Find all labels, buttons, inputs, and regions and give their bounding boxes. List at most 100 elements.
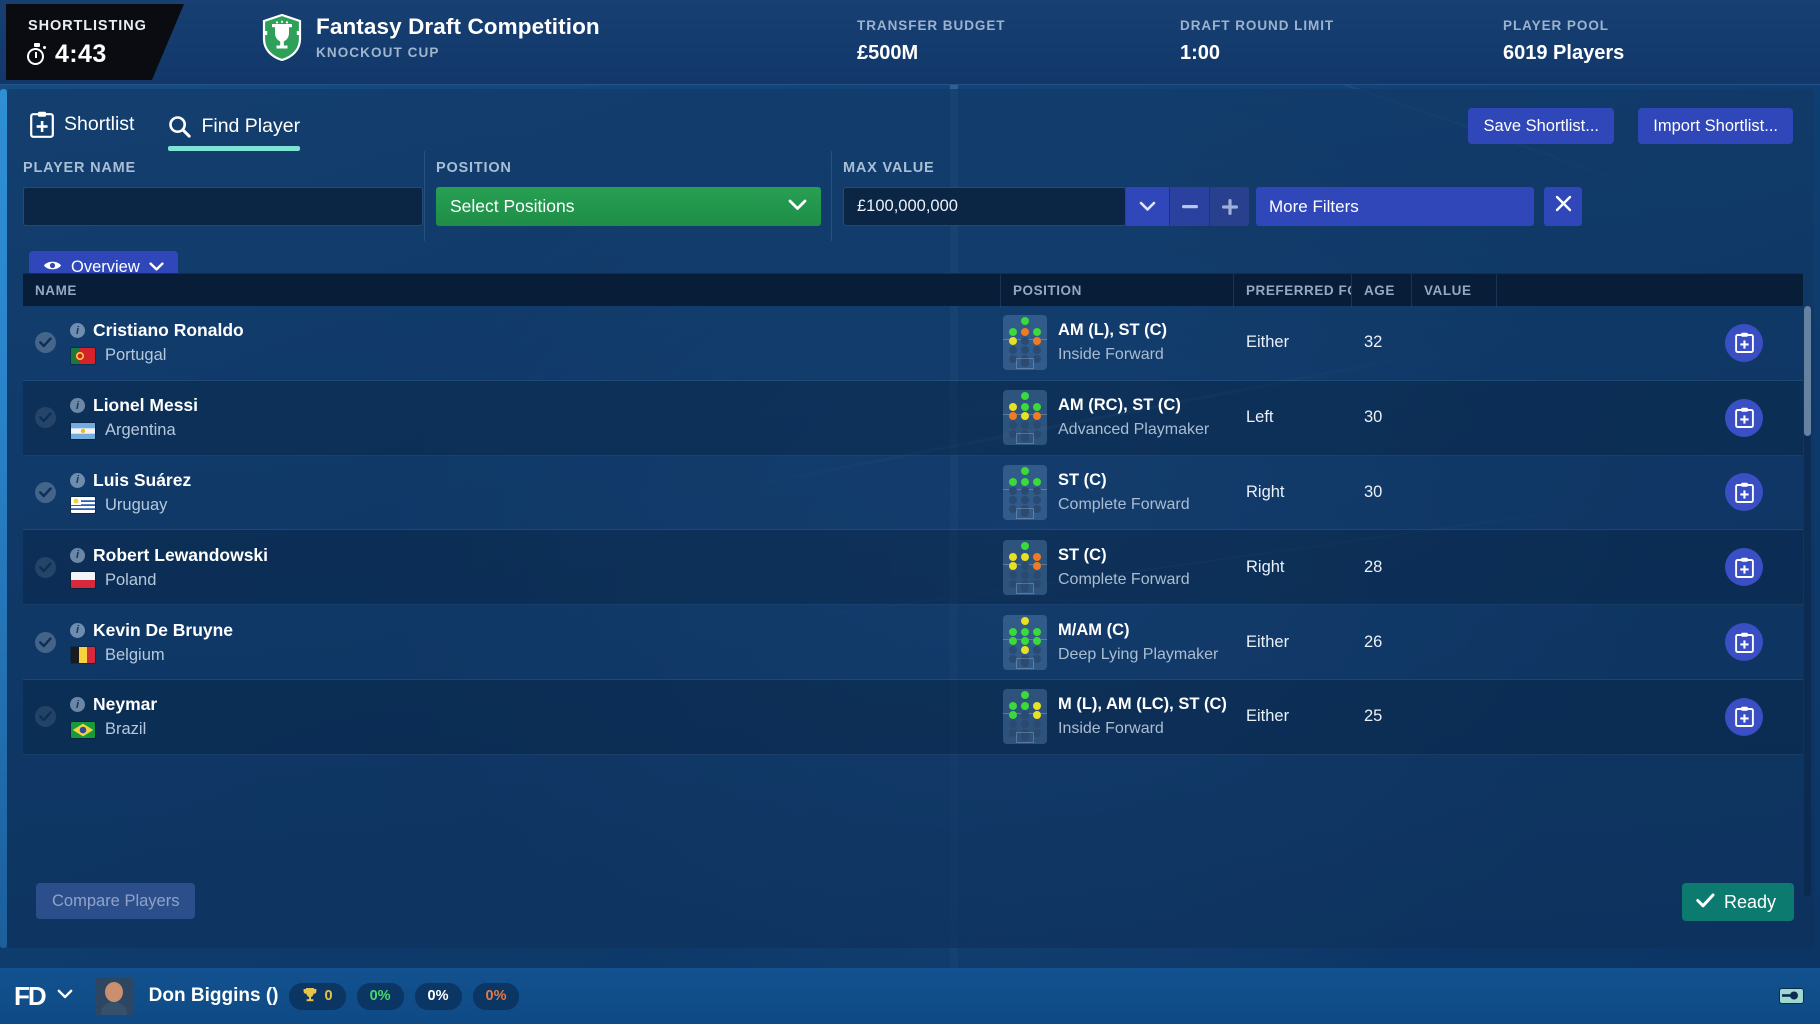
table-row[interactable]: i Cristiano Ronaldo Portugal AM (L), ST (C)…: [23, 306, 1803, 381]
percent-badge-2[interactable]: 0%: [414, 982, 462, 1010]
player-role: Advanced Playmaker: [1058, 421, 1210, 439]
save-shortlist-button[interactable]: Save Shortlist...: [1468, 108, 1614, 144]
add-to-shortlist-icon[interactable]: [1725, 697, 1763, 736]
tab-label: Shortlist: [64, 113, 135, 135]
stat-label: DRAFT ROUND LIMIT: [1180, 18, 1335, 33]
position-label: POSITION: [436, 160, 512, 176]
table-body: i Cristiano Ronaldo Portugal AM (L), ST (C)…: [23, 306, 1803, 755]
competition-info: Fantasy Draft Competition KNOCKOUT CUP: [262, 13, 600, 62]
tab-shortlist[interactable]: Shortlist: [30, 111, 134, 151]
position-pitch-icon: [1003, 614, 1047, 670]
info-icon[interactable]: i: [70, 622, 85, 638]
message-icon[interactable]: [1779, 988, 1804, 1004]
cell-value: [1412, 380, 1497, 455]
top-header: SHORTLISTING 4:43 Fantasy Draft Competit…: [0, 0, 1820, 85]
row-checkbox[interactable]: [35, 706, 56, 728]
ready-button[interactable]: Ready: [1681, 883, 1794, 921]
status-bar-right: [1779, 988, 1804, 1004]
cell-position: AM (L), ST (C) Inside Forward: [1001, 306, 1234, 381]
add-to-shortlist-icon[interactable]: [1725, 398, 1763, 437]
info-icon[interactable]: i: [70, 398, 85, 414]
chevron-down-icon: [57, 987, 73, 1005]
info-icon[interactable]: i: [70, 547, 85, 563]
cell-name: i Robert Lewandowski Poland: [23, 530, 1001, 605]
competition-title: Fantasy Draft Competition: [316, 14, 600, 40]
add-to-shortlist-icon[interactable]: [1725, 548, 1763, 587]
table-row[interactable]: i Luis Suárez Uruguay ST (C) Complete Forwar…: [23, 456, 1803, 531]
close-icon: [1555, 195, 1572, 218]
cell-age: 25: [1364, 707, 1383, 726]
info-icon[interactable]: i: [70, 323, 85, 339]
ready-label: Ready: [1723, 891, 1776, 912]
cell-age: 30: [1364, 482, 1383, 501]
player-name: Luis Suárez: [93, 469, 192, 490]
column-header-actions: [1497, 274, 1803, 307]
player-name-input[interactable]: [23, 187, 423, 226]
stat-label: PLAYER POOL: [1503, 18, 1609, 33]
stat-transfer-budget: TRANSFER BUDGET £500M: [857, 18, 1006, 65]
cell-name: i Lionel Messi Argentina: [23, 380, 1001, 455]
stopwatch-icon: [26, 43, 47, 66]
clear-filters-button[interactable]: [1544, 187, 1582, 226]
stat-value: £500M: [857, 42, 919, 64]
stat-value: 6019 Players: [1503, 42, 1625, 64]
player-position: ST (C): [1058, 470, 1107, 489]
player-position: ST (C): [1058, 545, 1107, 564]
cell-actions: [1497, 306, 1803, 381]
position-pitch-icon: [1003, 539, 1047, 595]
fd-logo-menu[interactable]: FD: [14, 981, 73, 1012]
column-header-age[interactable]: AGE: [1352, 273, 1412, 307]
table-scrollbar-thumb[interactable]: [1804, 306, 1811, 436]
portugal-flag: [71, 347, 95, 364]
row-checkbox[interactable]: [35, 481, 56, 503]
row-checkbox[interactable]: [35, 332, 56, 354]
player-role: Deep Lying Playmaker: [1058, 645, 1219, 663]
table-row[interactable]: i Kevin De Bruyne Belgium M/AM (C) Deep Lyin…: [23, 605, 1803, 680]
row-checkbox[interactable]: [35, 556, 56, 578]
cell-position: AM (RC), ST (C) Advanced Playmaker: [1001, 380, 1234, 455]
import-shortlist-button[interactable]: Import Shortlist...: [1638, 108, 1793, 144]
timer-value: 4:43: [55, 40, 107, 68]
max-value-input[interactable]: [843, 187, 1126, 226]
compare-players-button[interactable]: Compare Players: [36, 883, 196, 919]
table-row[interactable]: i Robert Lewandowski Poland ST (C) Complete …: [23, 530, 1803, 606]
trophy-badge[interactable]: 0: [289, 982, 346, 1010]
filter-bar: PLAYER NAME POSITION Select Positions MA…: [6, 151, 1814, 241]
position-select[interactable]: Select Positions: [436, 187, 821, 226]
column-header-position[interactable]: POSITION: [1001, 273, 1234, 307]
argentina-flag: [71, 422, 95, 439]
add-to-shortlist-icon[interactable]: [1725, 323, 1763, 362]
player-role: Complete Forward: [1058, 570, 1190, 588]
max-value-decrement-button[interactable]: [1170, 187, 1209, 226]
trophy-icon: [302, 986, 318, 1006]
player-position: M/AM (C): [1058, 620, 1130, 639]
row-checkbox[interactable]: [35, 407, 56, 429]
info-icon[interactable]: i: [70, 472, 85, 488]
add-to-shortlist-icon[interactable]: [1725, 473, 1763, 512]
max-value-label: MAX VALUE: [843, 160, 935, 176]
column-header-value[interactable]: VALUE: [1412, 273, 1497, 307]
column-header-name[interactable]: NAME: [23, 273, 1001, 307]
player-position: AM (L), ST (C): [1058, 321, 1168, 340]
percent-badge-3[interactable]: 0%: [472, 982, 520, 1010]
panel-accent-edge: [0, 89, 7, 948]
tab-find-player[interactable]: Find Player: [168, 115, 301, 151]
row-checkbox[interactable]: [35, 631, 56, 653]
percent-badge-1[interactable]: 0%: [356, 982, 404, 1010]
trophy-shield-icon: [262, 13, 302, 62]
table-row[interactable]: i Neymar Brazil M (L), AM (LC), ST (C) Insid…: [23, 679, 1803, 755]
max-value-dropdown-button[interactable]: [1126, 187, 1169, 226]
table-row[interactable]: i Lionel Messi Argentina AM (RC), ST (C) Adv…: [23, 380, 1803, 456]
tab-label: Find Player: [201, 115, 301, 137]
column-header-preferred-foot[interactable]: PREFERRED FO...: [1234, 273, 1352, 307]
max-value-increment-button[interactable]: [1210, 187, 1249, 226]
more-filters-button[interactable]: More Filters: [1256, 187, 1534, 226]
cell-preferred-foot: Left: [1246, 408, 1274, 427]
avatar[interactable]: [94, 977, 133, 1015]
panel-tabs: Shortlist Find Player: [30, 111, 301, 151]
cell-position: M (L), AM (LC), ST (C) Inside Forward: [1001, 679, 1234, 754]
cell-position: M/AM (C) Deep Lying Playmaker: [1001, 605, 1234, 680]
info-icon[interactable]: i: [70, 697, 85, 713]
add-to-shortlist-icon[interactable]: [1725, 623, 1763, 662]
filter-divider: [831, 151, 832, 241]
